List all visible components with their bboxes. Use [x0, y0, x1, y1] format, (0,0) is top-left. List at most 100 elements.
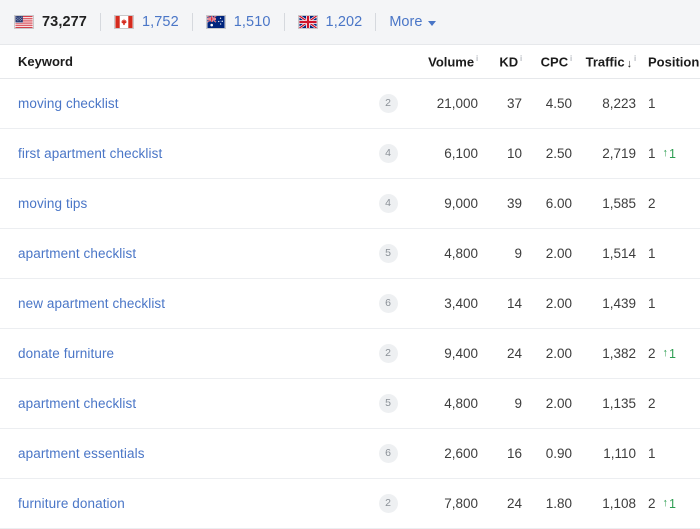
serp-features-badge[interactable]: 4 [378, 144, 398, 163]
table-row: apartment essentials 6 2,600 16 0.90 1,110 1 [0, 429, 700, 479]
position-wrap: 2 ↑ 1 [648, 496, 694, 511]
volume-cell: 21,000 [436, 96, 478, 111]
serp-features-badge-cell: 5 [370, 244, 406, 263]
keyword-cell: moving checklist [18, 96, 370, 111]
serp-features-badge[interactable]: 2 [378, 494, 398, 513]
position-cell: 1 [636, 246, 694, 261]
keyword-cell: first apartment checklist [18, 146, 370, 161]
gb-flag-icon [297, 15, 318, 29]
cpc-cell: 2.00 [545, 296, 572, 311]
volume-cell: 4,800 [444, 396, 478, 411]
traffic-cell: 1,108 [602, 496, 636, 511]
country-filter-ca[interactable]: 1,752 [113, 12, 179, 32]
serp-features-badge[interactable]: 5 [378, 244, 398, 263]
traffic-cell: 1,135 [602, 396, 636, 411]
serp-features-badge[interactable]: 2 [378, 94, 398, 113]
us-flag-icon [14, 15, 34, 29]
volume-cell: 9,000 [444, 196, 478, 211]
serp-features-badge-cell: 4 [370, 194, 406, 213]
keyword-link[interactable]: first apartment checklist [18, 146, 162, 161]
column-header-cpc[interactable]: CPC i [522, 53, 572, 69]
column-header-keyword-label: Keyword [18, 54, 73, 69]
serp-features-badge-cell: 6 [370, 444, 406, 463]
position-cell: 2 [636, 396, 694, 411]
position-value: 1 [648, 296, 656, 311]
serp-features-badge[interactable]: 6 [378, 294, 398, 313]
table-row: apartment checklist 5 4,800 9 2.00 1,514 1 [0, 229, 700, 279]
country-filter-bar: 73,277 1,752 1,510 1,202 More [0, 0, 700, 45]
position-value: 2 [648, 196, 656, 211]
kd-cell: 16 [506, 446, 522, 461]
keyword-link[interactable]: apartment essentials [18, 446, 145, 461]
table-body: moving checklist 2 21,000 37 4.50 8,223 1 first… [0, 79, 700, 529]
position-value: 2 [648, 346, 656, 361]
keyword-link[interactable]: furniture donation [18, 496, 125, 511]
keyword-link[interactable]: moving tips [18, 196, 87, 211]
table-row: moving checklist 2 21,000 37 4.50 8,223 1 [0, 79, 700, 129]
serp-features-badge[interactable]: 5 [378, 394, 398, 413]
country-filter-au[interactable]: 1,510 [205, 12, 271, 32]
cpc-cell: 2.00 [545, 396, 572, 411]
serp-features-badge-cell: 2 [370, 494, 406, 513]
country-count-us: 73,277 [42, 14, 87, 30]
table-row: new apartment checklist 6 3,400 14 2.00 1,439… [0, 279, 700, 329]
position-value: 1 [648, 446, 656, 461]
keyword-link[interactable]: new apartment checklist [18, 296, 165, 311]
serp-features-badge[interactable]: 4 [378, 194, 398, 213]
position-cell: 1 [636, 296, 694, 311]
volume-cell: 9,400 [444, 346, 478, 361]
more-label: More [389, 14, 423, 30]
volume-cell: 3,400 [444, 296, 478, 311]
table-header-row: Keyword Volume i KD i CPC i Traffic ↓ i Posit… [0, 45, 700, 79]
column-header-traffic-label: Traffic [585, 54, 625, 70]
column-header-volume[interactable]: Volume i [406, 53, 478, 69]
position-value: 2 [648, 396, 656, 411]
traffic-cell: 1,439 [602, 296, 636, 311]
kd-cell: 10 [506, 146, 522, 161]
cpc-cell: 2.50 [545, 146, 572, 161]
keyword-link[interactable]: moving checklist [18, 96, 119, 111]
cpc-cell: 6.00 [545, 196, 572, 211]
column-header-position[interactable]: Positioni [636, 53, 699, 70]
position-value: 2 [648, 496, 656, 511]
position-cell: 2 ↑ 1 [636, 346, 694, 361]
keyword-cell: apartment checklist [18, 246, 370, 261]
position-wrap: 2 [648, 196, 694, 211]
volume-cell: 6,100 [444, 146, 478, 161]
sort-descending-icon[interactable]: ↓ [627, 58, 633, 70]
kd-cell: 39 [506, 196, 522, 211]
keyword-link[interactable]: apartment checklist [18, 246, 136, 261]
serp-features-badge-cell: 2 [370, 94, 406, 113]
column-header-volume-label: Volume [428, 54, 475, 70]
keyword-link[interactable]: apartment checklist [18, 396, 136, 411]
arrow-up-icon: ↑ [662, 347, 669, 359]
serp-features-badge-cell: 2 [370, 344, 406, 363]
column-header-position-label: Position [648, 54, 700, 70]
position-wrap: 1 ↑ 1 [648, 146, 694, 161]
column-header-keyword[interactable]: Keyword [18, 54, 370, 69]
serp-features-badge[interactable]: 6 [378, 444, 398, 463]
serp-features-badge[interactable]: 2 [378, 344, 398, 363]
country-filter-gb[interactable]: 1,202 [297, 12, 363, 32]
country-count-au: 1,510 [233, 14, 271, 30]
more-countries-button[interactable]: More [389, 14, 437, 30]
traffic-cell: 1,110 [603, 446, 636, 461]
kd-cell: 24 [506, 346, 522, 361]
position-cell: 2 [636, 196, 694, 211]
table-row: first apartment checklist 4 6,100 10 2.50 2,7… [0, 129, 700, 179]
keyword-cell: moving tips [18, 196, 370, 211]
country-filter-us[interactable]: 73,277 [14, 12, 87, 32]
table-row: apartment checklist 5 4,800 9 2.00 1,135 2 [0, 379, 700, 429]
cpc-cell: 4.50 [545, 96, 572, 111]
column-header-cpc-label: CPC [540, 54, 569, 70]
divider [283, 13, 285, 31]
keyword-link[interactable]: donate furniture [18, 346, 114, 361]
position-cell: 1 [636, 96, 694, 111]
position-change: ↑ 1 [663, 347, 676, 361]
chevron-down-icon [428, 20, 437, 26]
arrow-up-icon: ↑ [662, 497, 669, 509]
cpc-cell: 2.00 [545, 246, 572, 261]
column-header-traffic[interactable]: Traffic ↓ i [572, 53, 636, 69]
column-header-kd[interactable]: KD i [478, 53, 522, 69]
serp-features-badge-cell: 6 [370, 294, 406, 313]
